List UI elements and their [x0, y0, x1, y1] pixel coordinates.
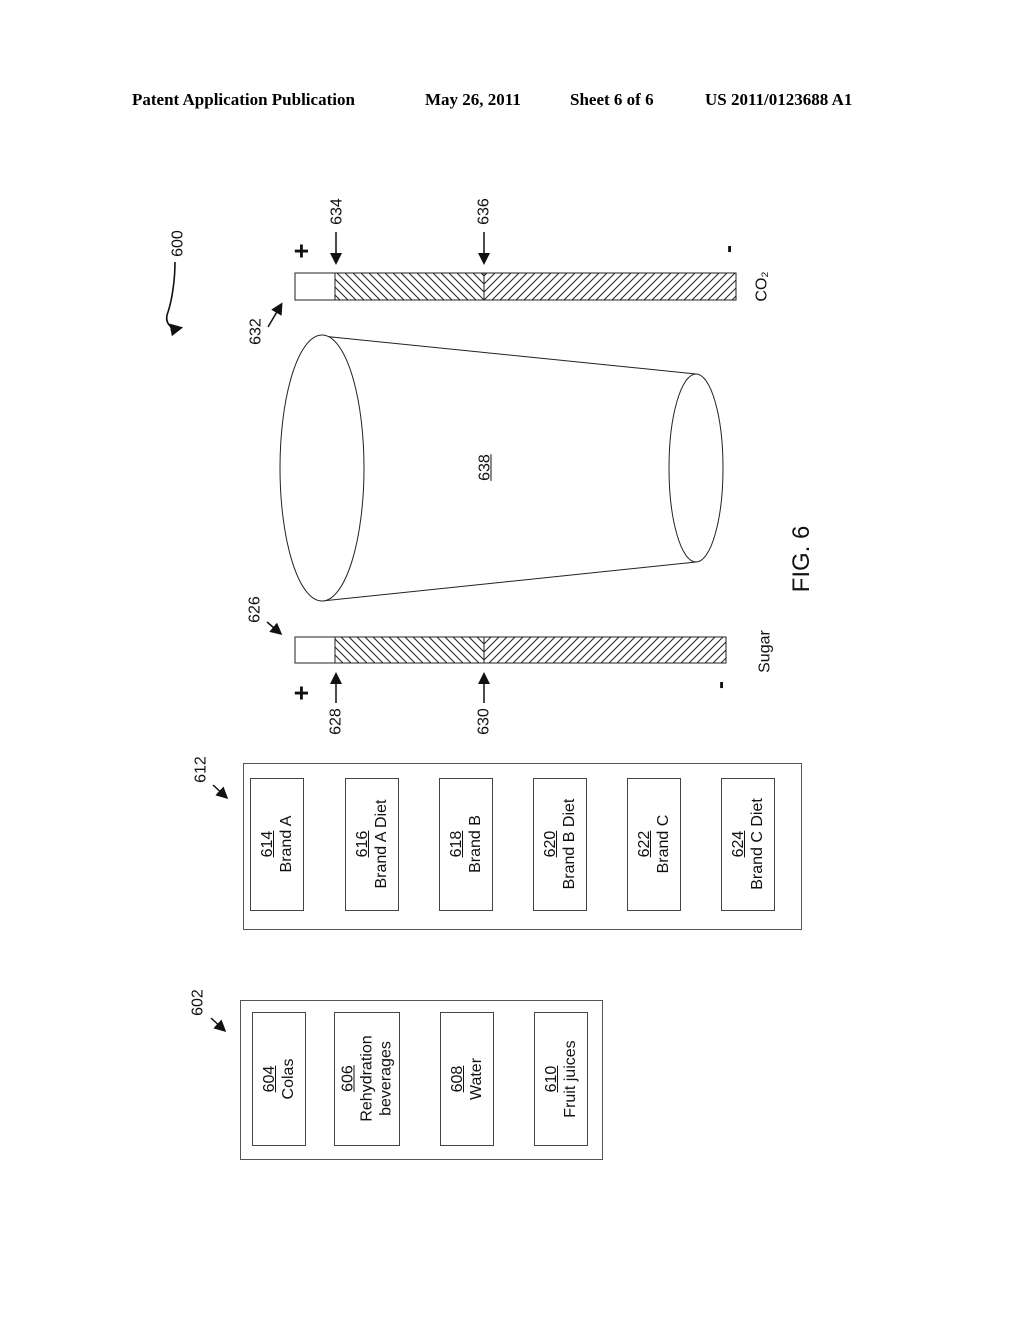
- category-item-num: 608: [449, 1065, 466, 1093]
- category-item-610-text: 610 Fruit juices: [542, 1014, 580, 1144]
- figure-ref-label: 600: [169, 230, 187, 257]
- category-item-label: Water: [468, 1057, 485, 1101]
- sugar-marker-628-label: 628: [327, 708, 345, 735]
- co2-marker-636-label: 636: [475, 198, 493, 225]
- brand-item-num: 622: [636, 830, 653, 858]
- category-item-label-line2: beverages: [377, 1041, 395, 1116]
- category-item-label: Colas: [280, 1058, 297, 1100]
- category-item-608-text: 608 Water: [448, 1014, 486, 1144]
- sugar-ref-arrow-icon: [266, 621, 283, 635]
- brand-item-622-text: 622 Brand C: [635, 779, 673, 909]
- category-item-num: 606: [339, 1065, 357, 1092]
- categories-group-ref-label: 602: [189, 989, 207, 1016]
- brand-item-num: 616: [354, 830, 371, 858]
- categories-ref-arrow-icon: [210, 1017, 227, 1033]
- category-item-604-text: 604 Colas: [260, 1014, 298, 1144]
- sugar-plus-sign: +: [286, 685, 316, 701]
- sugar-minus-sign: -: [707, 681, 734, 689]
- brand-item-num: 624: [730, 830, 747, 858]
- brand-item-620-text: 620 Brand B Diet: [541, 779, 579, 909]
- brand-item-label: Brand B Diet: [561, 798, 578, 890]
- category-item-label: Rehydration: [358, 1035, 376, 1122]
- brands-group: [243, 763, 802, 930]
- brands-ref-arrow-icon: [212, 784, 229, 800]
- co2-plus-sign: +: [286, 243, 316, 259]
- brand-item-num: 614: [259, 830, 276, 858]
- brand-item-616-text: 616 Brand A Diet: [353, 779, 391, 909]
- sugar-marker-630-label: 630: [475, 708, 493, 735]
- brand-item-618-text: 618 Brand B: [447, 779, 485, 909]
- sugar-bar-label: Sugar: [756, 630, 774, 673]
- brand-item-label: Brand C Diet: [749, 798, 766, 890]
- co2-bar: [294, 272, 737, 301]
- brand-item-num: 618: [448, 830, 465, 858]
- category-item-label: Fruit juices: [562, 1040, 579, 1118]
- brand-item-label: Brand C: [655, 814, 672, 874]
- brand-item-label: Brand A: [278, 815, 295, 873]
- brand-item-614-text: 614 Brand A: [258, 779, 296, 909]
- cup-drawing: [279, 334, 724, 602]
- co2-ref-arrow-icon: [267, 302, 283, 328]
- co2-bar-label: CO₂: [753, 271, 771, 302]
- cup-ref-label: 638: [476, 454, 494, 481]
- figure-ref-arrow-icon: [165, 261, 184, 337]
- brands-group-ref-label: 612: [192, 756, 210, 783]
- co2-marker-634-label: 634: [328, 198, 346, 225]
- category-item-num: 610: [543, 1065, 560, 1093]
- sugar-bar-ref-label: 626: [246, 596, 264, 623]
- co2-bar-ref-label: 632: [247, 318, 265, 345]
- co2-minus-sign: -: [715, 245, 742, 253]
- brand-item-num: 620: [542, 830, 559, 858]
- sugar-bar: [294, 636, 727, 664]
- category-item-num: 604: [261, 1065, 278, 1093]
- brand-item-label: Brand B: [467, 815, 484, 873]
- category-item-606-text: 606 Rehydration beverages: [339, 1014, 396, 1144]
- brand-item-label: Brand A Diet: [373, 799, 390, 889]
- figure-caption: FIG. 6: [788, 525, 815, 593]
- brand-item-624-text: 624 Brand C Diet: [729, 779, 767, 909]
